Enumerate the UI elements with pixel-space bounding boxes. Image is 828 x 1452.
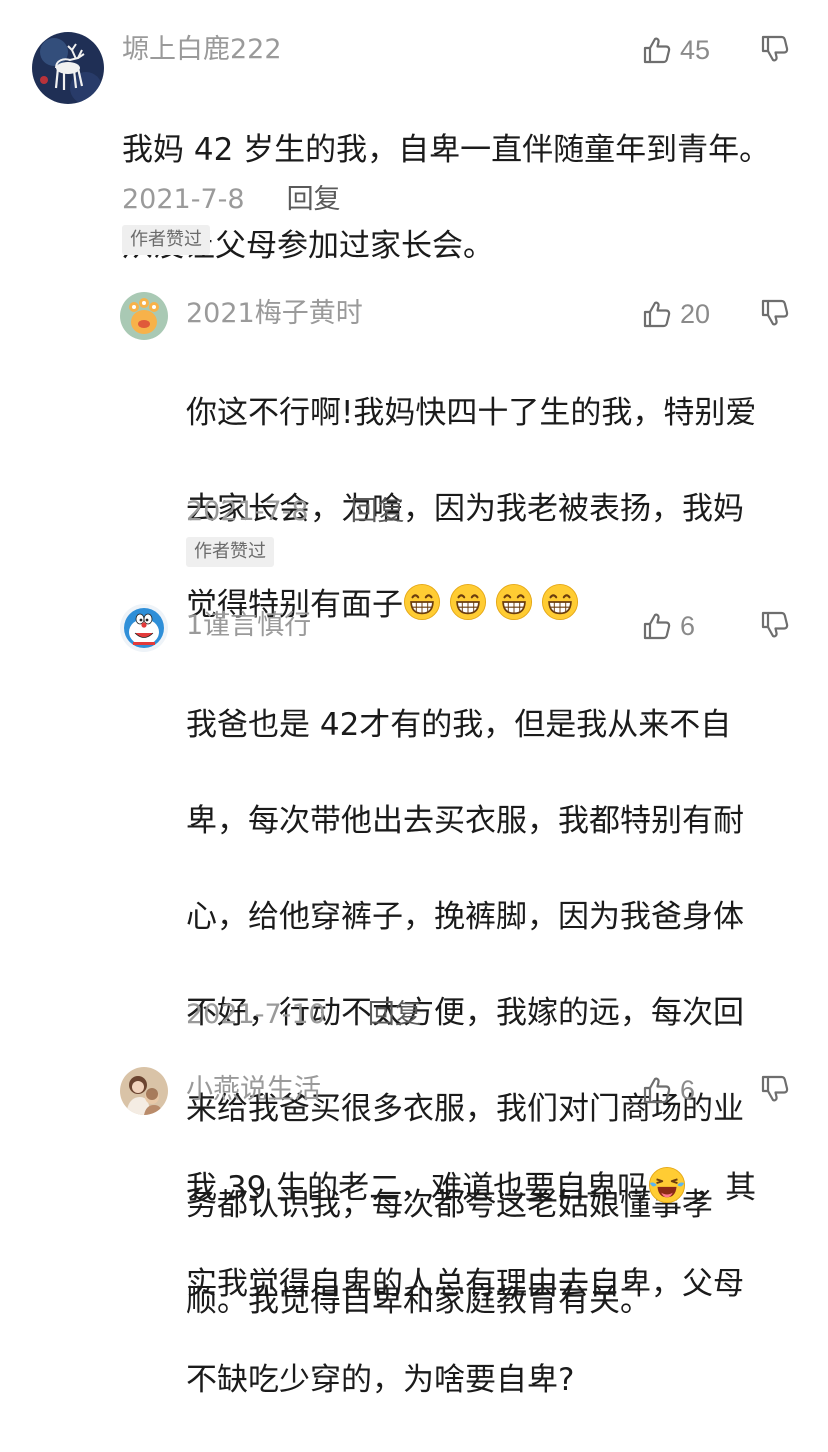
comment-line: 从没让父母参加过家长会。 [122, 228, 494, 264]
comment-date: 2021-7-8 [186, 496, 309, 527]
username[interactable]: 1谨言慎行 [186, 612, 311, 639]
comment-meta: 2021-7-8 回复 [186, 498, 405, 525]
reply-button[interactable]: 回复 [287, 184, 341, 215]
like-count: 6 [680, 1074, 696, 1105]
like-button[interactable]: 45 [642, 32, 710, 68]
thumbs-down-icon [760, 298, 790, 328]
like-button[interactable]: 6 [642, 608, 695, 644]
avatar[interactable] [120, 604, 168, 652]
reply-button[interactable]: 回复 [351, 496, 405, 527]
avatar[interactable] [32, 32, 104, 104]
dislike-button[interactable] [760, 34, 790, 68]
username[interactable]: 2021梅子黄时 [186, 300, 363, 327]
comment-date: 2021-7-8 [122, 184, 245, 215]
grinning-face-emoji [403, 583, 441, 621]
grinning-face-emoji [541, 583, 579, 621]
thumbs-up-icon [642, 299, 672, 329]
grinning-face-emoji [449, 583, 487, 621]
avatar[interactable] [120, 1067, 168, 1115]
like-button[interactable]: 6 [642, 1072, 695, 1108]
dislike-button[interactable] [760, 610, 790, 644]
dislike-button[interactable] [760, 298, 790, 332]
username[interactable]: 塬上白鹿222 [122, 36, 282, 63]
like-count: 6 [680, 610, 696, 641]
comment-line: 我妈 42 岁生的我，自卑一直伴随童年到青年。 [122, 132, 771, 168]
thumbs-up-icon [642, 611, 672, 641]
comment-line: 你这不行啊!我妈快四十了生的我，特别爱 [186, 395, 757, 431]
comment-meta: 2021-7-8 回复 [122, 186, 341, 213]
comment-line: 实我觉得自卑的人总有理由去自卑，父母 [186, 1266, 744, 1302]
author-liked-badge: 作者赞过 [186, 537, 274, 567]
thumbs-up-icon [642, 35, 672, 65]
like-count: 45 [680, 34, 711, 65]
grinning-face-emoji [495, 583, 533, 621]
thumbs-down-icon [760, 610, 790, 640]
reply-button[interactable]: 回复 [368, 999, 422, 1030]
comment-line: 我 39 生的老二，难道也要自卑吗 ，其 [186, 1164, 756, 1212]
author-liked-badge: 作者赞过 [122, 225, 210, 255]
comment-line: 我爸也是 42才有的我，但是我从来不自 [186, 707, 732, 743]
comment-line: 不缺吃少穿的，为啥要自卑? [186, 1362, 575, 1398]
comment-line: 心，给他穿裤子，挽裤脚，因为我爸身体 [186, 899, 744, 935]
comment-text: 我 39 生的老二，难道也要自卑吗 ，其 实我觉得自卑的人总有理由去自卑，父母 不… [186, 1116, 756, 1452]
username[interactable]: 小燕说生活 [186, 1076, 321, 1103]
crying-laughing-emoji [648, 1166, 686, 1204]
thumbs-down-icon [760, 1074, 790, 1104]
comment-date: 2021-7-10 [186, 999, 326, 1030]
comment-line-text: ，其 [694, 1170, 757, 1206]
like-count: 20 [680, 298, 711, 329]
like-button[interactable]: 20 [642, 296, 710, 332]
avatar[interactable] [120, 292, 168, 340]
comment-line-text: 我 39 生的老二，难道也要自卑吗 [186, 1170, 649, 1206]
dislike-button[interactable] [760, 1074, 790, 1108]
thumbs-down-icon [760, 34, 790, 64]
comment-meta: 2021-7-10 回复 [186, 1001, 422, 1028]
comment-line: 卑，每次带他出去买衣服，我都特别有耐 [186, 803, 744, 839]
thumbs-up-icon [642, 1075, 672, 1105]
